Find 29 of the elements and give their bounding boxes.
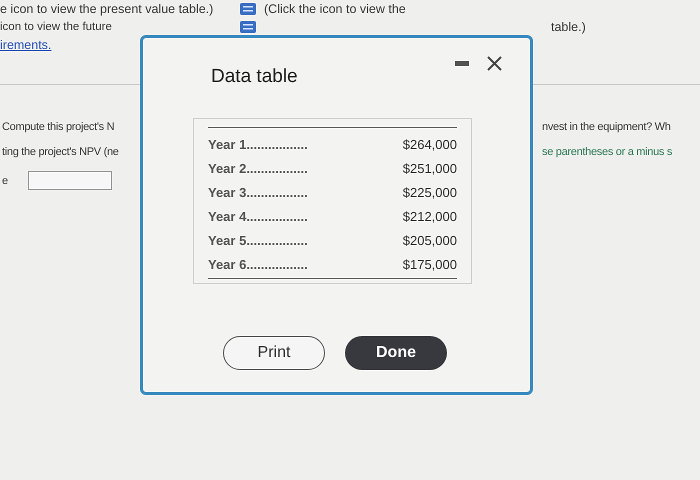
instruction-text: table.) (551, 20, 586, 34)
instruction-text: icon to view the future (0, 21, 113, 33)
row-value: $225,000 (402, 184, 457, 200)
done-button[interactable]: Done (345, 336, 447, 370)
input-field[interactable] (28, 171, 112, 190)
question-text: nvest in the equipment? Wh (542, 121, 672, 133)
table-icon[interactable] (240, 3, 256, 15)
row-value: $175,000 (402, 256, 457, 272)
row-value: $251,000 (402, 160, 457, 176)
question-text: ting the project's NPV (ne (2, 146, 120, 158)
row-label: Year 5................. (208, 232, 308, 248)
row-label: Year 6................. (208, 256, 308, 272)
instruction-text: (Click the icon to view the (264, 2, 406, 16)
field-label: e (2, 174, 8, 186)
question-text: se parentheses or a minus s (542, 146, 674, 158)
dialog-title: Data table (211, 66, 298, 88)
instruction-text: e icon to view the present value table.) (0, 2, 214, 16)
table-icon[interactable] (240, 21, 256, 33)
row-value: $264,000 (402, 136, 457, 152)
row-label: Year 3................. (208, 184, 308, 200)
row-value: $212,000 (402, 208, 457, 224)
row-label: Year 1................. (208, 136, 308, 152)
row-label: Year 4................. (208, 208, 308, 224)
requirements-link[interactable]: irements. (0, 38, 52, 52)
print-button[interactable]: Print (223, 336, 325, 370)
row-value: $205,000 (402, 232, 457, 248)
close-icon[interactable] (487, 56, 502, 71)
row-label: Year 2................. (208, 160, 308, 176)
question-text: Compute this project's N (2, 121, 116, 133)
